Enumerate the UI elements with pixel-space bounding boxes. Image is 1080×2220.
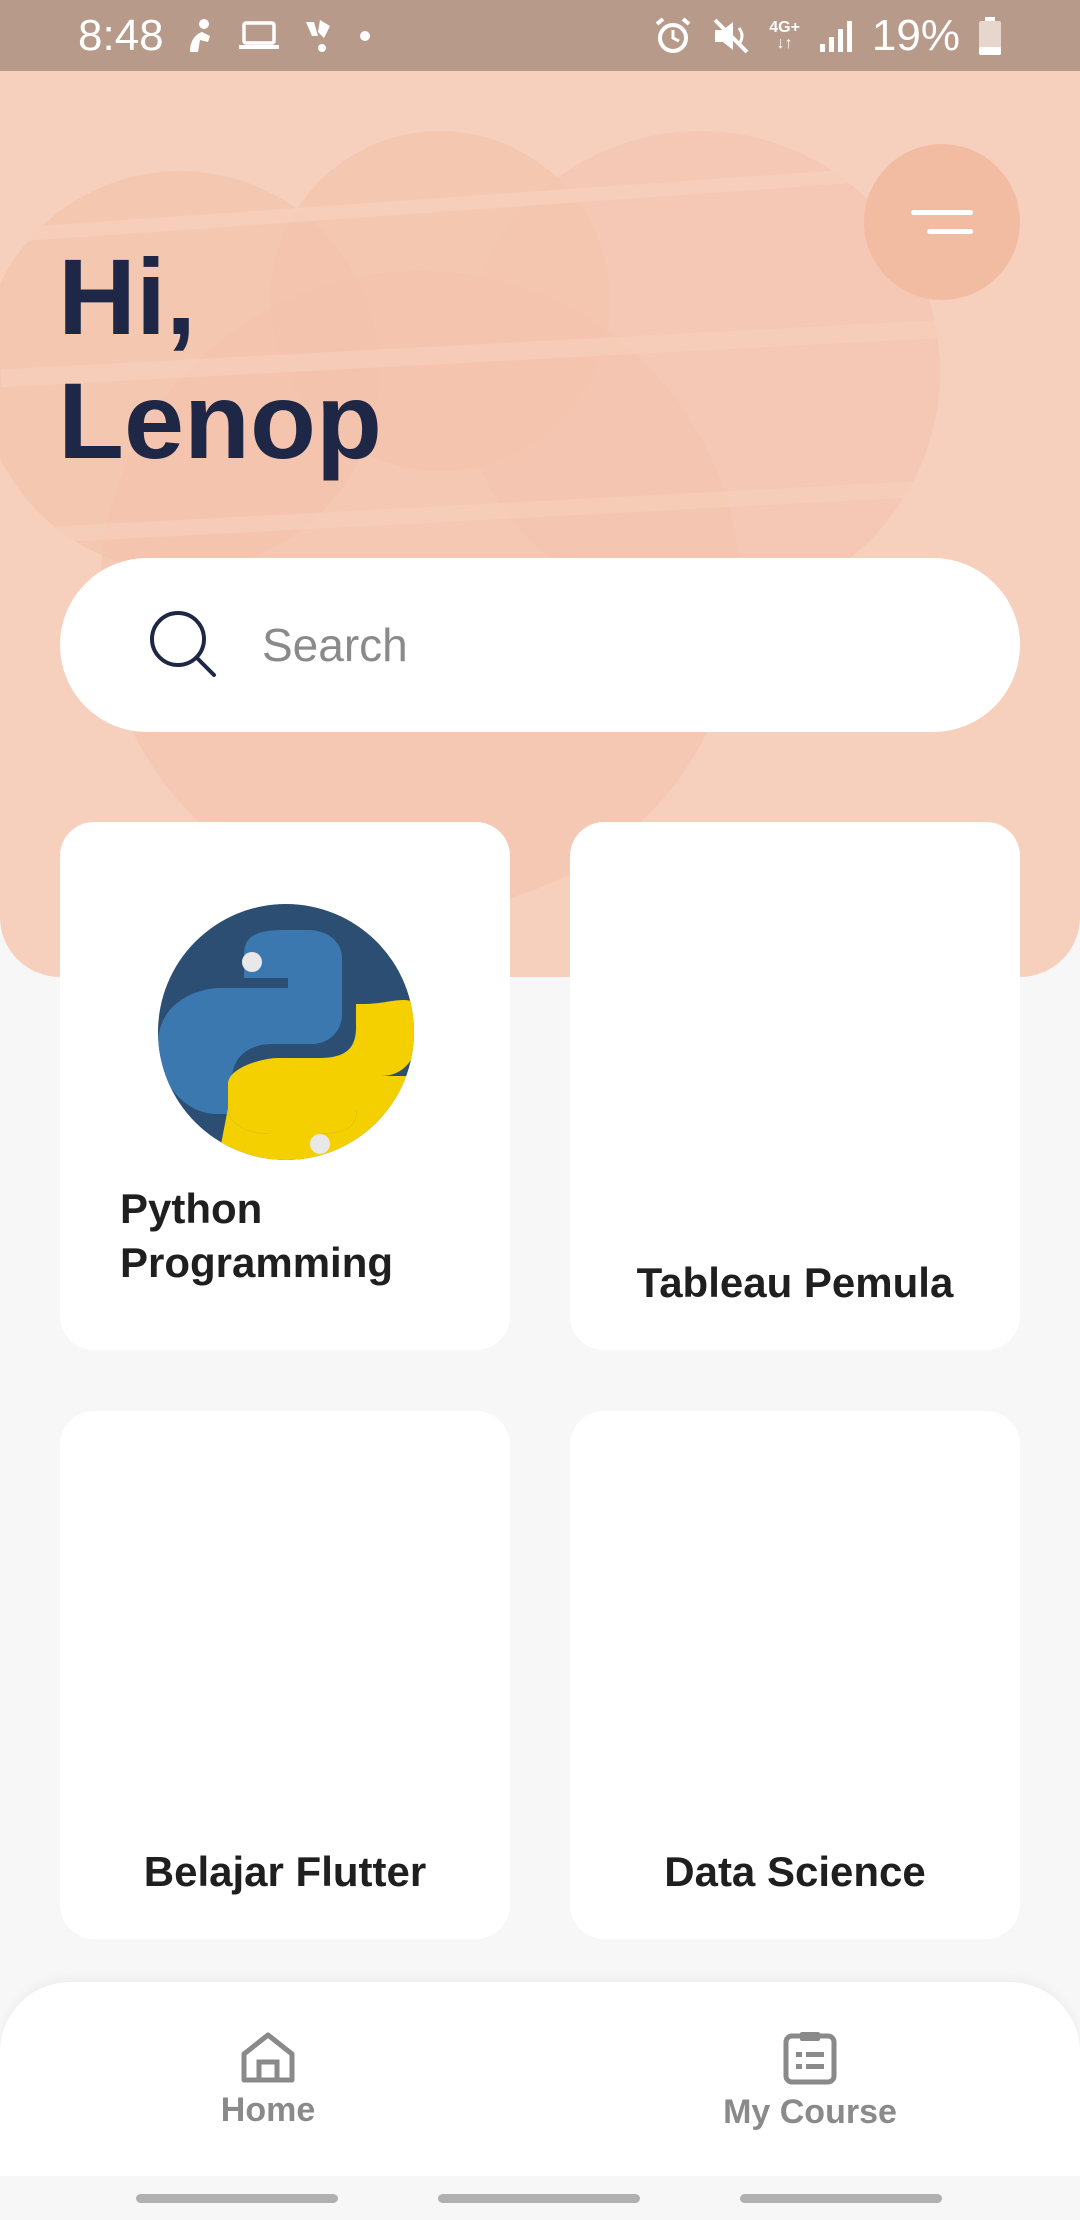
course-card-flutter[interactable]: Belajar Flutter bbox=[60, 1411, 510, 1939]
signal-icon bbox=[818, 18, 854, 54]
nav-home[interactable]: Home bbox=[188, 2030, 348, 2130]
system-nav-home[interactable] bbox=[438, 2194, 640, 2203]
dot-icon bbox=[358, 29, 372, 43]
menu-button[interactable] bbox=[864, 144, 1020, 300]
greeting-line-1: Hi, bbox=[58, 236, 197, 357]
user-name: Lenop bbox=[58, 360, 382, 481]
mute-icon bbox=[711, 16, 751, 56]
fitness-icon bbox=[186, 18, 216, 54]
course-title: Python Programming bbox=[120, 1185, 394, 1286]
search-input[interactable] bbox=[260, 617, 904, 673]
course-title: Tableau Pemula bbox=[636, 1259, 954, 1306]
menu-icon-line bbox=[927, 229, 973, 234]
search-bar[interactable] bbox=[60, 558, 1020, 732]
course-card-data-science[interactable]: Data Science bbox=[570, 1411, 1020, 1939]
bottom-navigation: Home My Course bbox=[0, 1982, 1080, 2176]
nav-my-course[interactable]: My Course bbox=[700, 2030, 920, 2132]
nav-home-label: Home bbox=[220, 2091, 316, 2129]
alarm-icon bbox=[653, 16, 693, 56]
battery-percent: 19% bbox=[871, 10, 960, 60]
course-title: Belajar Flutter bbox=[143, 1848, 427, 1895]
nav-my-course-label: My Course bbox=[723, 2093, 897, 2131]
course-title: Data Science bbox=[664, 1848, 926, 1895]
status-time: 8:48 bbox=[78, 10, 164, 60]
clipboard-icon bbox=[782, 2030, 838, 2091]
status-bar: 8:48 4G+ ↓↑ 19% bbox=[0, 0, 1080, 71]
system-nav-recent[interactable] bbox=[136, 2194, 338, 2203]
home-icon bbox=[239, 2030, 297, 2089]
course-card-python[interactable]: Python Programming bbox=[60, 822, 510, 1350]
laptop-icon bbox=[238, 20, 280, 52]
search-icon bbox=[148, 609, 220, 681]
system-navigation-bar bbox=[0, 2176, 1080, 2220]
course-card-tableau[interactable]: Tableau Pemula bbox=[570, 822, 1020, 1350]
app-notification-icon bbox=[302, 18, 336, 54]
greeting: Hi, Lenop bbox=[58, 235, 382, 483]
menu-icon bbox=[911, 210, 973, 215]
python-logo-icon bbox=[158, 904, 414, 1160]
network-type: 4G+ ↓↑ bbox=[769, 18, 800, 52]
system-nav-back[interactable] bbox=[740, 2194, 942, 2203]
battery-icon bbox=[978, 16, 1002, 56]
